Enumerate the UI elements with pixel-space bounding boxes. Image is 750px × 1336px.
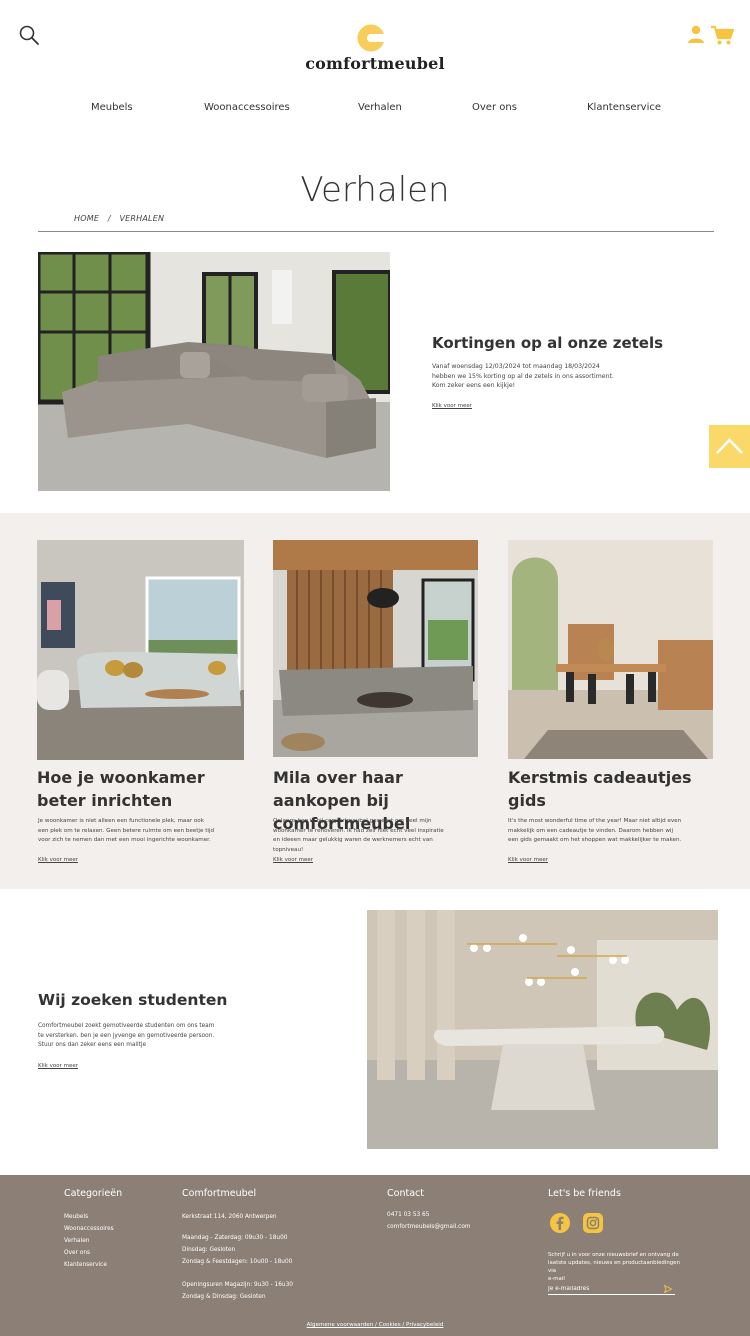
logo-icon[interactable] <box>357 24 387 52</box>
footer-categories-heading: Categorieën <box>64 1188 123 1199</box>
story-excerpt-line: makkelijk om een cadeautje te vinden. Da… <box>508 827 674 834</box>
story-excerpt-line: een plek om te relaxen. Geen betere ruim… <box>38 827 215 834</box>
story-read-more-link[interactable]: Klik voor meer <box>273 857 313 863</box>
story-title[interactable]: Kerstmis cadeautjes gids <box>508 766 713 812</box>
footer-link-woonaccessoires[interactable]: Woonaccessoires <box>64 1226 114 1232</box>
footer-warehouse-hours: Openingsuren Magazijn: 9u30 - 16u30 <box>182 1282 293 1288</box>
students-title[interactable]: Wij zoeken studenten <box>38 991 227 1009</box>
story-excerpt-line: een gids gemaakt om het shoppen wat makk… <box>508 837 682 843</box>
story-read-more-link[interactable]: Klik voor meer <box>508 857 548 863</box>
story-read-more-link[interactable]: Klik voor meer <box>38 857 78 863</box>
footer-phone-link[interactable]: 0471 03 53 65 <box>387 1212 429 1218</box>
breadcrumb-separator: / <box>107 214 111 223</box>
footer-hours: Dinsdag: Gesloten <box>182 1247 236 1253</box>
footer-hours: Zondag & Feestdagen: 10u00 - 18u00 <box>182 1259 293 1265</box>
site-footer: Categorieën Meubels Woonaccessoires Verh… <box>0 1175 750 1336</box>
story-excerpt-line: en ideeen maar gelukkig waren de werknem… <box>273 837 433 843</box>
chevron-up-icon <box>716 438 743 454</box>
story-excerpt: It's the most wonderful time of the year… <box>508 817 718 846</box>
legal-link[interactable]: Algemene voorwaarden / Cookies / Privacy… <box>307 1322 444 1328</box>
newsletter-line: Schrijf u in voor onze nieuwsbrief en on… <box>548 1252 679 1258</box>
user-account-icon[interactable] <box>686 24 706 44</box>
featured-line: Vanaf woensdag 12/03/2024 tot maandag 18… <box>432 363 600 370</box>
featured-title[interactable]: Kortingen op al onze zetels <box>432 334 663 352</box>
footer-link-over-ons[interactable]: Over ons <box>64 1250 90 1256</box>
story-excerpt: Je woonkamer is niet alleen een function… <box>38 817 248 846</box>
footer-email-link[interactable]: comfortmeubels@gmail.com <box>387 1224 471 1230</box>
back-to-top-button[interactable] <box>709 425 750 468</box>
featured-image-sofa[interactable] <box>38 252 390 491</box>
nav-item-over-ons[interactable]: Over ons <box>472 102 517 113</box>
divider <box>38 231 714 232</box>
students-read-more-link[interactable]: Klik voor meer <box>38 1063 78 1069</box>
nav-item-verhalen[interactable]: Verhalen <box>358 102 402 113</box>
footer-link-klantenservice[interactable]: Klantenservice <box>64 1262 107 1268</box>
featured-read-more-link[interactable]: Klik voor meer <box>432 403 472 409</box>
newsletter-line: laatste updates, nieuws en productaanbie… <box>548 1260 680 1274</box>
students-line: Stuur ons dan zeker eens een mailtje <box>38 1042 147 1048</box>
footer-link-verhalen[interactable]: Verhalen <box>64 1238 89 1244</box>
students-image-table[interactable] <box>367 910 718 1149</box>
story-image-living-room[interactable] <box>37 540 244 760</box>
breadcrumb: HOME / VERHALEN <box>74 214 170 223</box>
featured-line: hebben we 15% korting op al de zetels in… <box>432 372 614 380</box>
story-image-christmas-dining[interactable] <box>508 540 713 759</box>
students-description: Comfortmeubel zoekt gemotiveerde student… <box>38 1022 238 1051</box>
site-header: comfortmeubel Meubels Woonaccessoires Ve… <box>0 0 750 150</box>
shopping-cart-icon[interactable] <box>710 24 734 46</box>
footer-warehouse-hours: Zondag & Dinsdag: Gesloten <box>182 1294 266 1300</box>
story-excerpt-line: voor zich te nemen dan met een mooi inge… <box>38 837 211 843</box>
send-icon[interactable] <box>664 1285 672 1293</box>
students-line: te versterken. ben je een jyvenge en gem… <box>38 1032 215 1039</box>
story-excerpt-line: topniveau! <box>273 846 304 853</box>
legal-links: Algemene voorwaarden / Cookies / Privacy… <box>0 1322 750 1328</box>
story-image-mila[interactable] <box>273 540 478 757</box>
story-excerpt-line: Je woonkamer is niet alleen een function… <box>38 818 204 824</box>
story-excerpt: Onlangs ben ik bij comfortmeubel geweest… <box>273 817 483 855</box>
page-title: Verhalen <box>300 170 450 210</box>
breadcrumb-current: VERHALEN <box>119 214 165 223</box>
footer-address: Kerkstraat 114, 2060 Antwerpen <box>182 1214 277 1220</box>
footer-social-heading: Let's be friends <box>548 1188 621 1199</box>
story-excerpt-line: It's the most wonderful time of the year… <box>508 818 682 824</box>
newsletter-line: e-mail <box>548 1276 565 1282</box>
newsletter-description: Schrijf u in voor onze nieuwsbrief en on… <box>548 1251 683 1283</box>
featured-line: Kom zeker eens een kijkje! <box>432 382 516 389</box>
instagram-icon[interactable] <box>583 1213 603 1233</box>
breadcrumb-home[interactable]: HOME <box>74 214 99 223</box>
logo-text[interactable]: comfortmeubel <box>0 54 750 73</box>
featured-description: Vanaf woensdag 12/03/2024 tot maandag 18… <box>432 362 632 391</box>
story-title[interactable]: Hoe je woonkamer beter inrichten <box>37 766 242 812</box>
story-excerpt-line: woonkamer te renoveren. Ik had zelf niet… <box>273 827 444 834</box>
footer-company-heading: Comfortmeubel <box>182 1188 257 1199</box>
nav-item-woonaccessoires[interactable]: Woonaccessoires <box>204 102 290 113</box>
nav-item-klantenservice[interactable]: Klantenservice <box>587 102 661 113</box>
footer-link-meubels[interactable]: Meubels <box>64 1214 88 1220</box>
main-nav: Meubels Woonaccessoires Verhalen Over on… <box>0 102 750 118</box>
footer-contact-heading: Contact <box>387 1188 424 1199</box>
facebook-icon[interactable] <box>550 1213 570 1233</box>
nav-item-meubels[interactable]: Meubels <box>91 102 133 113</box>
footer-hours: Maandag - Zaterdag: 09u30 - 18u00 <box>182 1235 288 1241</box>
students-line: Comfortmeubel zoekt gemotiveerde student… <box>38 1023 215 1029</box>
search-icon[interactable] <box>18 24 40 46</box>
newsletter-email-input[interactable] <box>548 1283 675 1295</box>
story-excerpt-line: Onlangs ben ik bij comfortmeubel geweest… <box>273 818 432 824</box>
